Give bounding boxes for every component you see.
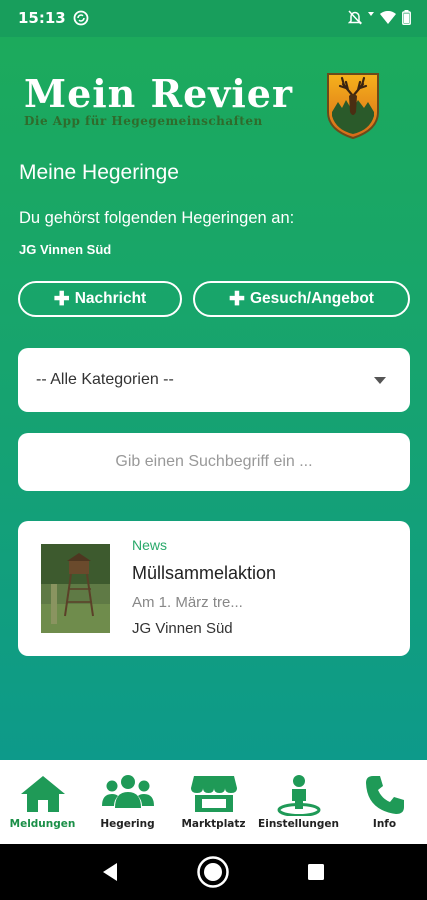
group-icon (101, 775, 154, 808)
page-title: Meine Hegeringe (19, 161, 179, 184)
status-icons (348, 10, 411, 25)
nav-label-info: Info (372, 818, 397, 830)
search-input[interactable] (18, 433, 410, 491)
news-card[interactable]: News Müllsammelaktion Am 1. März tre... … (18, 521, 410, 656)
nav-label-einstellungen: Einstellungen (258, 818, 339, 830)
app-logo-subtitle: Die App für Hegegemeinschaften (24, 114, 263, 128)
nav-label-marktplatz: Marktplatz (181, 818, 246, 830)
phone-icon (365, 776, 404, 814)
nav-item-info[interactable]: Info (342, 760, 427, 844)
bell-off-icon (348, 10, 362, 25)
back-icon[interactable] (101, 862, 119, 882)
news-thumbnail-image (41, 544, 110, 633)
wifi-icon (380, 10, 396, 24)
news-category: News (132, 537, 168, 553)
person-pin-icon (277, 775, 320, 816)
nav-item-hegering[interactable]: Hegering (85, 760, 170, 844)
home-icon (20, 776, 65, 812)
store-icon (190, 776, 237, 812)
category-select-value: -- Alle Kategorien -- (36, 371, 174, 388)
deer-shield-logo-icon (327, 73, 379, 140)
new-offer-label: Gesuch/Angebot (249, 290, 374, 307)
nav-item-einstellungen[interactable]: Einstellungen (256, 760, 341, 844)
nav-label-meldungen: Meldungen (9, 818, 76, 830)
recents-icon[interactable] (308, 864, 324, 880)
status-time: 15:13 (18, 9, 66, 27)
new-offer-button[interactable]: ✚ Gesuch/Angebot (193, 281, 410, 317)
hegering-name: JG Vinnen Süd (19, 242, 112, 257)
nav-label-hegering: Hegering (100, 818, 155, 830)
status-bar: 15:13 (0, 0, 427, 37)
category-select[interactable]: -- Alle Kategorien -- (18, 348, 410, 412)
news-excerpt: Am 1. März tre... (132, 594, 243, 611)
app-screen: 15:13 Mein Revier Die App für Hegegemein… (0, 0, 427, 900)
sync-icon (73, 10, 89, 26)
system-navigation-bar (0, 844, 427, 900)
membership-intro: Du gehörst folgenden Hegeringen an: (19, 209, 295, 227)
home-button-icon[interactable] (196, 855, 230, 889)
app-logo-title: Mein Revier (24, 71, 294, 116)
data-arrows-icon (368, 11, 374, 16)
plus-icon: ✚ (53, 288, 70, 310)
nav-item-marktplatz[interactable]: Marktplatz (171, 760, 256, 844)
new-message-button[interactable]: ✚ Nachricht (18, 281, 182, 317)
bottom-navigation: Meldungen Hegering Marktplatz Einstellun… (0, 760, 427, 844)
news-hegering: JG Vinnen Süd (132, 620, 233, 637)
main-content: Mein Revier Die App für Hegegemeinschaft… (0, 37, 427, 760)
nav-item-meldungen[interactable]: Meldungen (0, 760, 85, 844)
chevron-down-icon (374, 377, 386, 384)
plus-icon: ✚ (229, 288, 245, 310)
news-title: Müllsammelaktion (132, 563, 277, 583)
new-message-label: Nachricht (74, 290, 147, 307)
battery-icon (402, 10, 411, 25)
